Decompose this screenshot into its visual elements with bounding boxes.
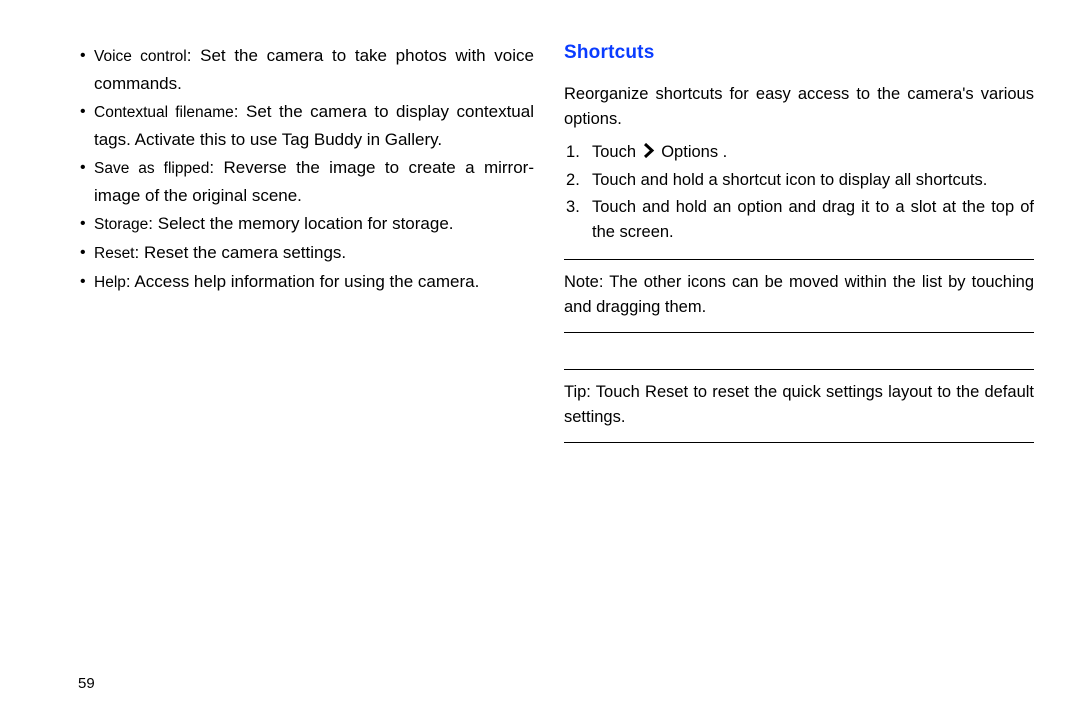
setting-term: Storage xyxy=(94,216,148,233)
step-text-suffix: Options . xyxy=(661,143,727,161)
note-text: The other icons can be moved within the … xyxy=(564,273,1034,316)
step-item: Touch and hold a shortcut icon to displa… xyxy=(564,168,1034,193)
page-number: 59 xyxy=(78,675,95,692)
tip-text: Touch Reset to reset the quick settings … xyxy=(564,383,1034,426)
step-text: Touch and hold a shortcut icon to displa… xyxy=(592,171,987,189)
list-item: Save as flipped: Reverse the image to cr… xyxy=(78,154,534,209)
step-text: Touch and hold an option and drag it to … xyxy=(592,198,1034,241)
setting-term: Contextual filename xyxy=(94,104,234,121)
setting-desc: : Select the memory location for storage… xyxy=(148,214,453,233)
chevron-right-icon xyxy=(643,141,655,166)
section-heading-shortcuts: Shortcuts xyxy=(564,42,1034,64)
tip-block: Tip: Touch Reset to reset the quick sett… xyxy=(564,380,1034,430)
step-text-prefix: Touch xyxy=(592,143,636,161)
right-column: Shortcuts Reorganize shortcuts for easy … xyxy=(556,42,1034,700)
list-item: Help: Access help information for using … xyxy=(78,268,534,296)
divider xyxy=(564,259,1034,260)
setting-desc: : Reset the camera settings. xyxy=(135,243,347,262)
setting-term: Help xyxy=(94,274,126,291)
divider xyxy=(564,332,1034,333)
settings-bullet-list: Voice control: Set the camera to take ph… xyxy=(78,42,534,296)
note-label: Note: xyxy=(564,273,603,291)
setting-term: Save as flipped xyxy=(94,160,209,177)
setting-desc: : Access help information for using the … xyxy=(126,272,479,291)
steps-list: Touch Options . Touch and hold a shortcu… xyxy=(564,140,1034,245)
step-item: Touch and hold an option and drag it to … xyxy=(564,195,1034,245)
list-item: Voice control: Set the camera to take ph… xyxy=(78,42,534,97)
intro-paragraph: Reorganize shortcuts for easy access to … xyxy=(564,82,1034,132)
divider xyxy=(564,369,1034,370)
note-block: Note: The other icons can be moved withi… xyxy=(564,270,1034,320)
step-item: Touch Options . xyxy=(564,140,1034,166)
list-item: Storage: Select the memory location for … xyxy=(78,210,534,238)
divider xyxy=(564,442,1034,443)
setting-term: Reset xyxy=(94,245,135,262)
left-column: Voice control: Set the camera to take ph… xyxy=(78,42,556,700)
tip-label: Tip: xyxy=(564,383,591,401)
setting-term: Voice control xyxy=(94,48,187,65)
list-item: Contextual filename: Set the camera to d… xyxy=(78,98,534,153)
list-item: Reset: Reset the camera settings. xyxy=(78,239,534,267)
